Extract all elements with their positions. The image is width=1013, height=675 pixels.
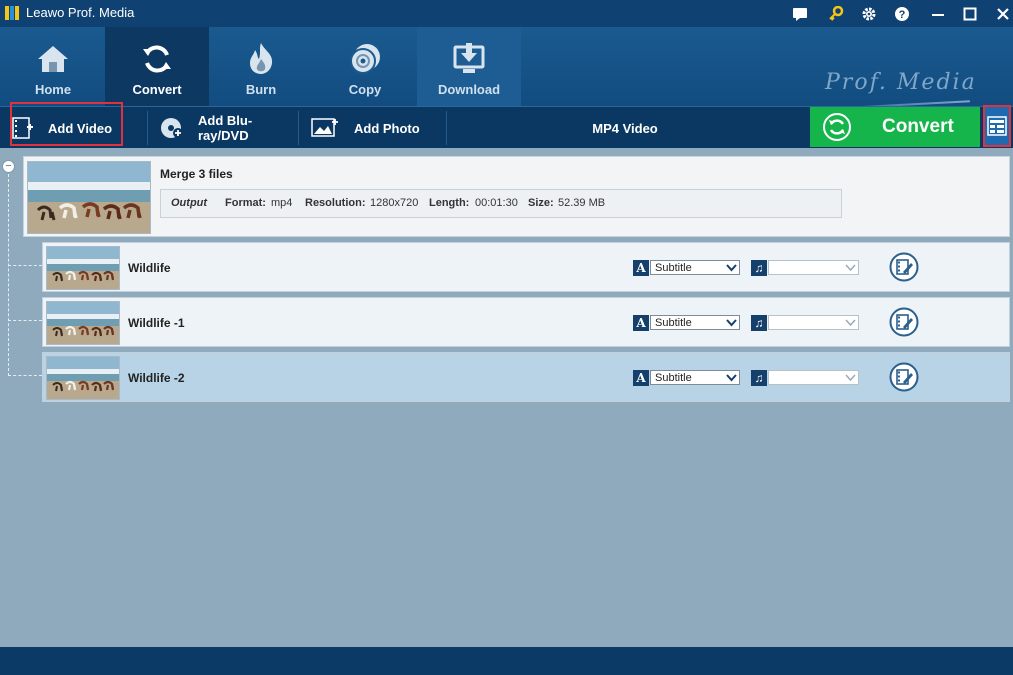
format-value: mp4 <box>271 197 293 209</box>
nav-copy[interactable]: Copy <box>313 27 417 106</box>
nav-copy-label: Copy <box>348 82 382 97</box>
chevron-down-icon <box>726 319 737 327</box>
profile-label: MP4 Video <box>592 120 658 136</box>
convert-icon <box>143 45 171 73</box>
toolbar-divider <box>298 111 299 145</box>
add-photo-button[interactable]: Add Photo <box>311 107 431 149</box>
file-row[interactable]: Wildlife A Subtitle ♫ <box>42 242 1010 292</box>
nav-convert-label: Convert <box>132 82 182 97</box>
audio-track-dropdown[interactable] <box>768 260 859 275</box>
subtitle-icon: A <box>633 370 649 386</box>
key-icon[interactable] <box>826 4 846 24</box>
file-name: Wildlife <box>128 261 171 275</box>
chevron-down-icon <box>845 264 856 272</box>
audio-track-icon: ♫ <box>751 260 767 276</box>
add-bluray-dvd-button[interactable]: Add Blu-ray/DVD <box>160 107 295 149</box>
file-name: Wildlife -1 <box>128 316 185 330</box>
copy-icon <box>350 44 380 74</box>
edit-video-icon[interactable] <box>889 252 919 282</box>
add-photo-icon <box>311 118 338 137</box>
file-thumbnail <box>46 301 120 345</box>
add-photo-label: Add Photo <box>354 120 420 136</box>
edit-video-icon[interactable] <box>889 307 919 337</box>
subtitle-value: Subtitle <box>655 372 692 384</box>
layout-icon <box>987 116 1007 136</box>
format-label: Format: <box>225 197 266 209</box>
tree-line <box>8 265 42 266</box>
tree-line <box>8 174 9 376</box>
resolution-value: 1280x720 <box>370 197 419 209</box>
subtitle-value: Subtitle <box>655 262 692 274</box>
convert-button[interactable]: Convert <box>810 107 980 147</box>
size-label: Size: <box>528 197 554 209</box>
disc-add-icon <box>161 118 183 138</box>
download-icon <box>453 43 485 73</box>
merge-group[interactable]: Merge 3 files Output Format: mp4 Resolut… <box>23 156 1010 237</box>
audio-track-icon: ♫ <box>751 315 767 331</box>
output-label: Output <box>171 197 208 209</box>
tree-line <box>8 320 42 321</box>
nav-burn[interactable]: Burn <box>209 27 313 106</box>
file-row[interactable]: Wildlife -1 A Subtitle ♫ <box>42 297 1010 347</box>
file-name: Wildlife -2 <box>128 371 185 385</box>
size-value: 52.39 MB <box>558 197 606 209</box>
audio-track-icon: ♫ <box>751 370 767 386</box>
subtitle-dropdown[interactable]: Subtitle <box>650 370 740 385</box>
main-nav: Home Convert Burn Copy Download Prof. Me… <box>0 27 1013 112</box>
resolution-label: Resolution: <box>305 197 366 209</box>
convert-icon <box>823 113 851 141</box>
file-row[interactable]: Wildlife -2 A Subtitle ♫ <box>42 352 1010 402</box>
convert-label: Convert <box>882 116 954 137</box>
collapse-toggle[interactable]: − <box>2 160 15 173</box>
nav-convert[interactable]: Convert <box>105 27 209 106</box>
chevron-down-icon <box>845 374 856 382</box>
output-info: Output Format: mp4 Resolution: 1280x720 … <box>160 189 842 218</box>
toolbar-divider <box>147 111 148 145</box>
add-video-highlight <box>10 102 123 146</box>
file-thumbnail <box>46 356 120 400</box>
add-bluray-dvd-label: Add Blu-ray/DVD <box>198 113 253 143</box>
nav-home[interactable]: Home <box>1 27 105 106</box>
audio-track-dropdown[interactable] <box>768 370 859 385</box>
status-bar <box>0 647 1013 675</box>
chevron-down-icon <box>845 319 856 327</box>
nav-download[interactable]: Download <box>417 27 521 106</box>
length-label: Length: <box>429 197 470 209</box>
toolbar-divider <box>446 111 447 145</box>
nav-download-label: Download <box>437 82 501 97</box>
close-icon[interactable] <box>993 4 1013 24</box>
merge-title: Merge 3 files <box>160 167 233 181</box>
title-bar: Leawo Prof. Media ? <box>0 0 1013 27</box>
gear-icon[interactable] <box>859 4 879 24</box>
nav-home-label: Home <box>34 82 72 97</box>
subtitle-icon: A <box>633 315 649 331</box>
edit-video-icon[interactable] <box>889 362 919 392</box>
home-icon <box>38 46 68 72</box>
subtitle-value: Subtitle <box>655 317 692 329</box>
layout-toggle-button[interactable] <box>983 105 1011 147</box>
file-thumbnail <box>46 246 120 290</box>
audio-track-dropdown[interactable] <box>768 315 859 330</box>
length-value: 00:01:30 <box>475 197 518 209</box>
svg-text:?: ? <box>899 9 906 21</box>
app-logo-icon <box>5 6 19 20</box>
merge-thumbnail <box>27 161 151 234</box>
profile-selector[interactable]: MP4 Video <box>560 107 690 149</box>
subtitle-icon: A <box>633 260 649 276</box>
chevron-down-icon <box>726 264 737 272</box>
burn-icon <box>250 43 273 74</box>
minimize-icon[interactable] <box>928 4 948 24</box>
nav-burn-label: Burn <box>245 82 277 97</box>
subtitle-dropdown[interactable]: Subtitle <box>650 260 740 275</box>
tree-line <box>8 375 42 376</box>
subtitle-dropdown[interactable]: Subtitle <box>650 315 740 330</box>
maximize-icon[interactable] <box>960 4 980 24</box>
app-title: Leawo Prof. Media <box>26 5 135 20</box>
brand-logo: Prof. Media <box>825 70 977 95</box>
chat-icon[interactable] <box>790 4 810 24</box>
help-icon[interactable]: ? <box>892 4 912 24</box>
chevron-down-icon <box>726 374 737 382</box>
